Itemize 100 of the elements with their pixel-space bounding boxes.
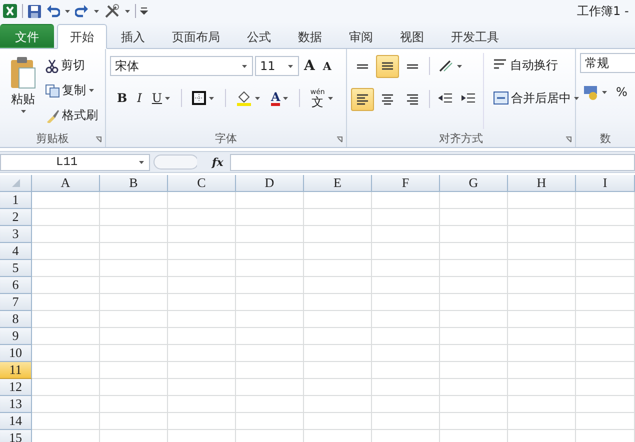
table-cell[interactable] xyxy=(100,243,168,260)
table-cell[interactable] xyxy=(236,396,304,413)
table-cell[interactable] xyxy=(304,328,372,345)
table-cell[interactable] xyxy=(168,362,236,379)
table-cell[interactable] xyxy=(304,243,372,260)
table-cell[interactable] xyxy=(32,396,100,413)
caret-icon[interactable] xyxy=(287,64,294,68)
insert-function-button[interactable]: fx xyxy=(212,156,224,168)
table-cell[interactable] xyxy=(372,413,440,430)
caret-icon[interactable] xyxy=(456,64,463,68)
table-cell[interactable] xyxy=(576,192,635,209)
column-header[interactable]: G xyxy=(440,175,508,192)
format-painter-button[interactable]: 格式刷 xyxy=(42,105,101,126)
table-cell[interactable] xyxy=(372,209,440,226)
table-cell[interactable] xyxy=(236,260,304,277)
table-cell[interactable] xyxy=(100,345,168,362)
table-cell[interactable] xyxy=(508,277,576,294)
row-header[interactable]: 11 xyxy=(0,362,32,379)
table-cell[interactable] xyxy=(576,328,635,345)
table-cell[interactable] xyxy=(100,396,168,413)
table-cell[interactable] xyxy=(576,413,635,430)
dialog-launcher-icon[interactable] xyxy=(336,136,343,143)
row-header[interactable]: 1 xyxy=(0,192,32,209)
caret-icon[interactable] xyxy=(326,96,334,100)
table-cell[interactable] xyxy=(168,277,236,294)
table-cell[interactable] xyxy=(440,328,508,345)
table-cell[interactable] xyxy=(304,379,372,396)
table-cell[interactable] xyxy=(372,362,440,379)
table-cell[interactable] xyxy=(100,379,168,396)
caret-icon[interactable] xyxy=(573,96,580,100)
table-cell[interactable] xyxy=(440,209,508,226)
caret-icon[interactable] xyxy=(93,8,100,14)
table-cell[interactable] xyxy=(576,277,635,294)
table-cell[interactable] xyxy=(168,311,236,328)
table-cell[interactable] xyxy=(508,396,576,413)
table-cell[interactable] xyxy=(236,192,304,209)
table-cell[interactable] xyxy=(32,379,100,396)
table-cell[interactable] xyxy=(168,260,236,277)
table-cell[interactable] xyxy=(100,413,168,430)
table-cell[interactable] xyxy=(304,345,372,362)
table-cell[interactable] xyxy=(304,311,372,328)
table-cell[interactable] xyxy=(168,413,236,430)
font-name-dropdown[interactable]: 宋体 xyxy=(110,56,253,76)
table-cell[interactable] xyxy=(168,294,236,311)
table-cell[interactable] xyxy=(100,328,168,345)
column-header[interactable]: C xyxy=(168,175,236,192)
table-cell[interactable] xyxy=(236,226,304,243)
ribbon-tab[interactable]: 插入 xyxy=(108,24,158,48)
table-cell[interactable] xyxy=(32,294,100,311)
table-cell[interactable] xyxy=(236,328,304,345)
dialog-launcher-icon[interactable] xyxy=(95,136,102,143)
table-cell[interactable] xyxy=(576,209,635,226)
dialog-launcher-icon[interactable] xyxy=(565,136,572,143)
table-cell[interactable] xyxy=(32,260,100,277)
table-cell[interactable] xyxy=(236,294,304,311)
caret-icon[interactable] xyxy=(208,96,216,100)
table-cell[interactable] xyxy=(440,362,508,379)
column-header[interactable]: E xyxy=(304,175,372,192)
table-cell[interactable] xyxy=(372,379,440,396)
cut-button[interactable]: 剪切 xyxy=(42,55,101,76)
table-cell[interactable] xyxy=(508,328,576,345)
table-cell[interactable] xyxy=(100,294,168,311)
ribbon-tab[interactable]: 视图 xyxy=(387,24,437,48)
caret-icon[interactable] xyxy=(254,96,262,100)
table-cell[interactable] xyxy=(508,294,576,311)
caret-icon[interactable] xyxy=(241,64,248,68)
table-cell[interactable] xyxy=(508,260,576,277)
table-cell[interactable] xyxy=(32,277,100,294)
table-cell[interactable] xyxy=(236,243,304,260)
table-cell[interactable] xyxy=(508,226,576,243)
table-cell[interactable] xyxy=(372,311,440,328)
table-cell[interactable] xyxy=(236,311,304,328)
table-cell[interactable] xyxy=(236,209,304,226)
caret-icon[interactable] xyxy=(282,96,290,100)
table-cell[interactable] xyxy=(168,328,236,345)
row-header[interactable]: 2 xyxy=(0,209,32,226)
underline-button[interactable]: U xyxy=(148,89,174,107)
save-icon[interactable] xyxy=(27,4,42,18)
column-header[interactable]: F xyxy=(372,175,440,192)
table-cell[interactable] xyxy=(576,243,635,260)
ribbon-tab[interactable]: 开始 xyxy=(57,24,107,49)
align-left-button[interactable] xyxy=(351,88,374,110)
caret-icon[interactable] xyxy=(64,8,71,14)
table-cell[interactable] xyxy=(168,345,236,362)
number-format-dropdown[interactable]: 常规 xyxy=(580,53,635,73)
italic-button[interactable]: I xyxy=(134,89,145,107)
tools-icon[interactable] xyxy=(104,3,120,19)
table-cell[interactable] xyxy=(372,226,440,243)
table-cell[interactable] xyxy=(304,209,372,226)
table-cell[interactable] xyxy=(440,396,508,413)
merge-center-button[interactable]: 合并后居中 xyxy=(490,86,583,110)
table-cell[interactable] xyxy=(372,396,440,413)
table-cell[interactable] xyxy=(372,192,440,209)
undo-icon[interactable] xyxy=(46,4,60,18)
row-header[interactable]: 3 xyxy=(0,226,32,243)
column-header[interactable]: H xyxy=(508,175,576,192)
name-box[interactable]: L11 xyxy=(0,154,150,170)
table-cell[interactable] xyxy=(576,379,635,396)
table-cell[interactable] xyxy=(440,413,508,430)
table-cell[interactable] xyxy=(168,192,236,209)
